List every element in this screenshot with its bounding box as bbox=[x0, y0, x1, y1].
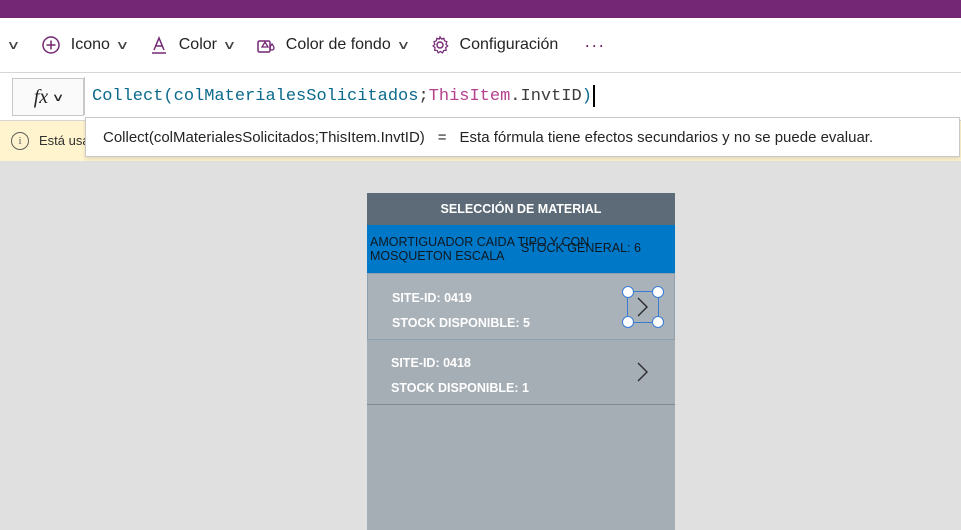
formula-dot: . bbox=[510, 86, 521, 106]
formula-result-tooltip: Collect(colMaterialesSolicitados;ThisIte… bbox=[85, 117, 960, 157]
ribbon-color-label: Color bbox=[178, 36, 217, 53]
text-color-icon bbox=[149, 35, 169, 55]
formula-input[interactable]: Collect(colMaterialesSolicitados; ThisIte… bbox=[84, 77, 961, 115]
screen-title: SELECCIÓN DE MATERIAL bbox=[367, 193, 675, 225]
ribbon-overflow-chevron[interactable]: ∨ bbox=[6, 18, 21, 72]
chevron-down-icon: ∨ bbox=[396, 38, 411, 52]
fx-icon: fx bbox=[33, 85, 49, 108]
app-screen[interactable]: SELECCIÓN DE MATERIAL AMORTIGUADOR CAIDA… bbox=[367, 193, 675, 530]
chevron-down-icon: ∨ bbox=[51, 91, 65, 104]
property-selector-button[interactable]: fx ∨ bbox=[12, 78, 84, 116]
formula-keyword-token: ThisItem bbox=[428, 86, 511, 106]
app-top-bar bbox=[0, 0, 961, 18]
fill-color-icon bbox=[256, 35, 276, 55]
ribbon-icon-button[interactable]: Icono ∨ bbox=[41, 18, 130, 72]
tooltip-message: Esta fórmula tiene efectos secundarios y… bbox=[459, 128, 874, 146]
gallery-item[interactable]: SITE-ID: 0419 STOCK DISPONIBLE: 5 bbox=[367, 273, 675, 340]
info-icon: i bbox=[11, 132, 29, 150]
gallery-item-stock: STOCK DISPONIBLE: 1 bbox=[391, 381, 529, 395]
ribbon-settings-button[interactable]: Configuración bbox=[430, 18, 559, 72]
plus-circle-icon bbox=[41, 35, 61, 55]
gallery-item-site-id: SITE-ID: 0418 bbox=[391, 356, 471, 370]
ribbon-fill-button[interactable]: Color de fondo ∨ bbox=[256, 18, 411, 72]
formula-close-paren: ) bbox=[581, 86, 592, 106]
text-caret bbox=[592, 85, 595, 107]
resize-handle-top-right[interactable] bbox=[652, 286, 664, 298]
formula-function-token: Collect bbox=[92, 86, 164, 106]
ribbon-toolbar: ∨ Icono ∨ Color ∨ Color de fondo ∨ Confi… bbox=[0, 18, 961, 73]
ribbon-color-button[interactable]: Color ∨ bbox=[149, 18, 237, 72]
tooltip-formula: Collect(colMaterialesSolicitados;ThisIte… bbox=[103, 128, 425, 146]
chevron-down-icon: ∨ bbox=[6, 38, 21, 52]
tooltip-equals: = bbox=[437, 128, 447, 146]
gear-icon bbox=[430, 35, 450, 55]
formula-property-token: InvtID bbox=[520, 86, 582, 106]
selected-material-stock: STOCK GENERAL: 6 bbox=[521, 241, 641, 255]
more-options-icon[interactable]: ··· bbox=[584, 18, 605, 72]
resize-handle-bottom-right[interactable] bbox=[652, 316, 664, 328]
gallery-item-site-id: SITE-ID: 0419 bbox=[392, 291, 472, 305]
formula-collection-token: colMaterialesSolicitados bbox=[173, 86, 419, 106]
selected-material-row[interactable]: AMORTIGUADOR CAIDA TIPO Y CON MOSQUETON … bbox=[367, 225, 675, 273]
chevron-down-icon: ∨ bbox=[115, 38, 130, 52]
gallery-item-stock: STOCK DISPONIBLE: 5 bbox=[392, 316, 530, 330]
chevron-right-icon[interactable] bbox=[629, 359, 655, 385]
ribbon-icon-label: Icono bbox=[70, 36, 110, 53]
selection-frame bbox=[622, 286, 664, 328]
formula-separator: ; bbox=[418, 86, 429, 106]
resize-handle-bottom-left[interactable] bbox=[622, 316, 634, 328]
warning-text: Está usa bbox=[39, 133, 90, 148]
ribbon-fill-label: Color de fondo bbox=[285, 36, 391, 53]
formula-bar: fx ∨ Collect(colMaterialesSolicitados; Th… bbox=[0, 73, 961, 121]
chevron-down-icon: ∨ bbox=[222, 38, 237, 52]
resize-handle-top-left[interactable] bbox=[622, 286, 634, 298]
formula-open-paren: ( bbox=[163, 86, 174, 106]
ribbon-settings-label: Configuración bbox=[459, 36, 559, 53]
gallery-item[interactable]: SITE-ID: 0418 STOCK DISPONIBLE: 1 bbox=[367, 339, 675, 405]
